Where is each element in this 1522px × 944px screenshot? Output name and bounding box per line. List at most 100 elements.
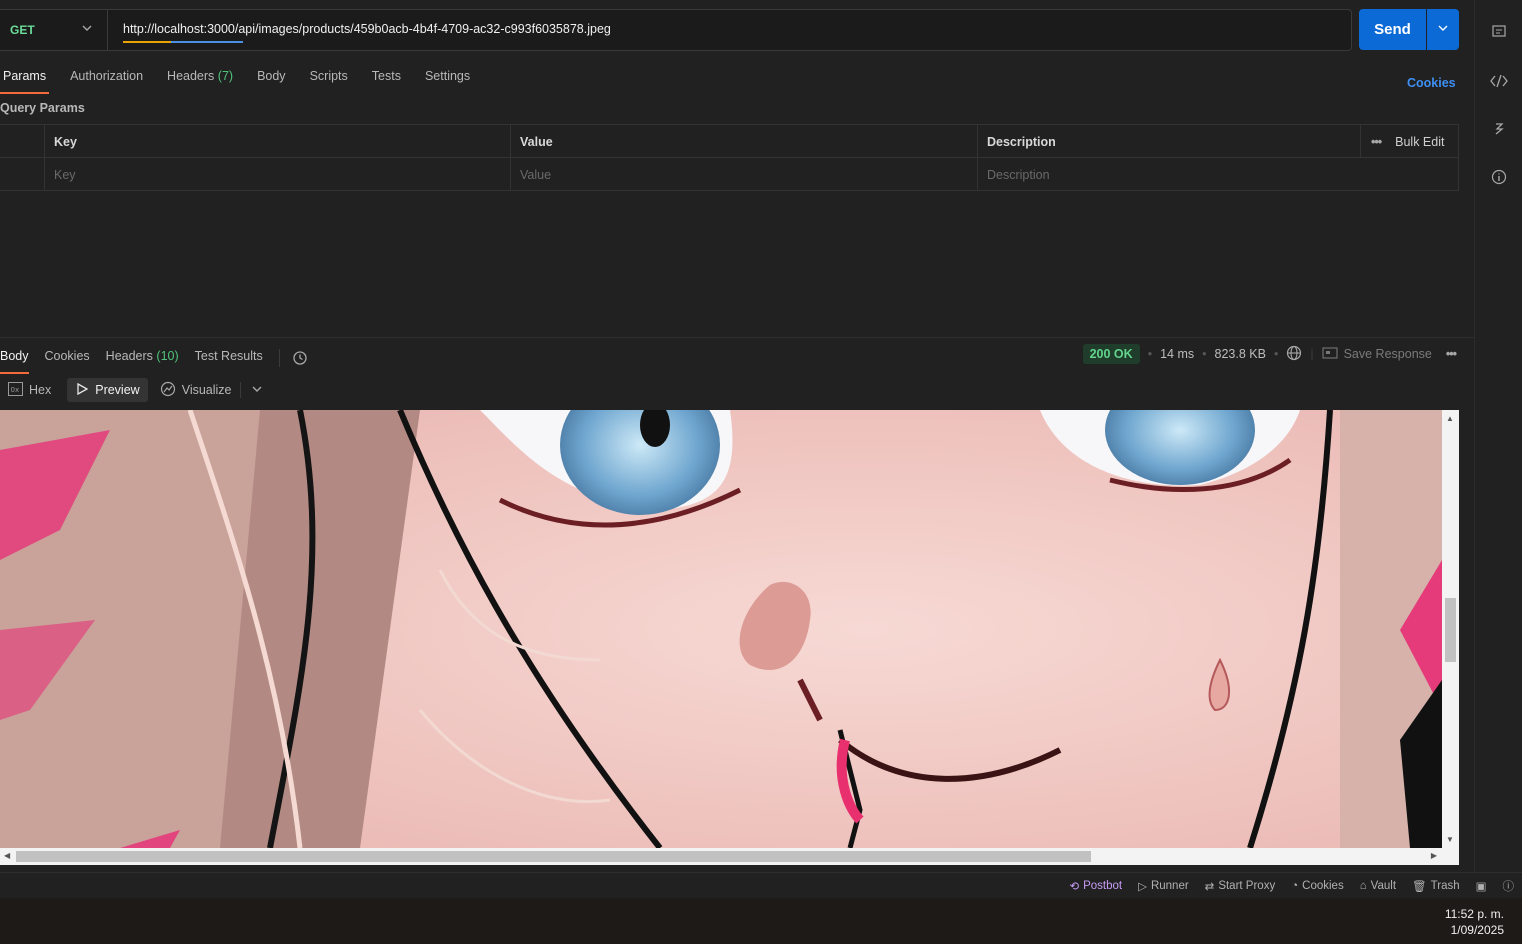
scroll-down-icon[interactable]: ▼ <box>1446 835 1454 844</box>
system-clock[interactable]: 11:52 p. m. 1/09/2025 <box>1445 906 1504 938</box>
chevron-down-icon <box>81 22 93 37</box>
tab-settings[interactable]: Settings <box>422 66 473 92</box>
url-input[interactable]: http://localhost:3000/api/images/product… <box>123 22 611 36</box>
status-bar: ⟲ Postbot ▷ Runner ⇄ Start Proxy ◔ Cookies ⌂… <box>0 872 1522 898</box>
request-editor: GET http://localhost:3000/api/images/pro… <box>0 0 1474 872</box>
comments-icon[interactable] <box>1489 22 1509 42</box>
runner-icon: ▷ <box>1138 880 1147 893</box>
view-hex[interactable]: 0x Hex <box>0 378 59 402</box>
visualize-icon <box>160 381 176 400</box>
response-tab-headers[interactable]: Headers (10) <box>106 347 179 369</box>
globe-icon[interactable] <box>1286 345 1302 364</box>
response-size[interactable]: 823.8 KB <box>1215 347 1266 361</box>
query-params-table: Key Value Description ••• Bulk Edit Key … <box>0 124 1459 191</box>
url-variable-highlight <box>123 41 243 43</box>
response-time[interactable]: 14 ms <box>1160 347 1194 361</box>
response-tabs: Body Cookies Headers (10) Test Results <box>0 345 311 374</box>
save-icon <box>1322 346 1338 362</box>
preview-image <box>0 410 1442 848</box>
table-header-row: Key Value Description ••• Bulk Edit <box>0 125 1458 158</box>
scroll-up-icon[interactable]: ▲ <box>1446 414 1454 423</box>
image-preview <box>0 410 1442 848</box>
separator-dot: • <box>1273 347 1279 361</box>
vault-button[interactable]: ⌂ Vault <box>1360 880 1396 892</box>
view-mode-dropdown[interactable] <box>239 382 271 398</box>
tab-headers[interactable]: Headers (7) <box>164 66 236 92</box>
url-bar: GET http://localhost:3000/api/images/pro… <box>0 9 1352 51</box>
method-label: GET <box>10 23 35 37</box>
postbot-icon: ⟲ <box>1069 880 1080 893</box>
code-icon[interactable] <box>1489 71 1509 91</box>
start-proxy-button[interactable]: ⇄ Start Proxy <box>1205 879 1276 893</box>
view-preview[interactable]: Preview <box>67 378 148 402</box>
column-description: Description <box>977 125 1360 158</box>
cookies-link[interactable]: Cookies <box>1407 76 1456 90</box>
preview-label: Preview <box>95 383 140 397</box>
horizontal-scroll-thumb[interactable] <box>16 851 1091 862</box>
vertical-scroll-thumb[interactable] <box>1445 598 1456 662</box>
request-tabs: Params Authorization Headers (7) Body Sc… <box>0 66 491 94</box>
tab-tests[interactable]: Tests <box>369 66 404 92</box>
view-mode-bar: 0x Hex Preview Visualize <box>0 378 271 402</box>
trash-button[interactable]: 🗑 Trash <box>1412 879 1460 893</box>
layout-icon[interactable]: ▣ <box>1476 879 1487 893</box>
tab-authorization[interactable]: Authorization <box>67 66 146 92</box>
save-response-label: Save Response <box>1343 347 1432 361</box>
trash-icon: 🗑 <box>1412 880 1427 893</box>
cookies-button[interactable]: ◔ Cookies <box>1291 880 1344 892</box>
response-tab-headers-label: Headers <box>105 349 153 363</box>
vertical-scrollbar[interactable]: ▲ ▼ <box>1442 410 1459 848</box>
status-badge[interactable]: 200 OK <box>1082 344 1140 364</box>
runner-label: Runner <box>1150 879 1189 892</box>
runner-button[interactable]: ▷ Runner <box>1138 879 1189 893</box>
related-collections-icon[interactable] <box>1489 119 1509 139</box>
view-visualize[interactable]: Visualize <box>152 378 240 402</box>
more-options-icon[interactable]: ••• <box>1371 135 1382 149</box>
vertical-divider: | <box>1310 347 1314 361</box>
separator-dot: • <box>1147 347 1153 361</box>
horizontal-scrollbar[interactable]: ◀ ▶ <box>0 848 1459 865</box>
info-icon[interactable] <box>1489 167 1509 187</box>
postbot-label: Postbot <box>1083 879 1123 892</box>
column-value: Value <box>510 125 977 158</box>
scroll-left-icon[interactable]: ◀ <box>4 851 10 860</box>
response-tab-body[interactable]: Body <box>0 347 29 374</box>
tab-body[interactable]: Body <box>254 66 289 92</box>
os-taskbar: 11:52 p. m. 1/09/2025 <box>0 898 1522 944</box>
response-headers-count: (10) <box>156 349 179 363</box>
separator-dot: • <box>1202 347 1207 361</box>
key-input[interactable]: Key <box>44 158 510 191</box>
hex-icon: 0x <box>8 381 23 399</box>
bulk-edit-button[interactable]: Bulk Edit <box>1395 135 1444 149</box>
response-divider[interactable] <box>0 337 1474 338</box>
tab-params[interactable]: Params <box>0 66 50 94</box>
value-input[interactable]: Value <box>510 158 977 191</box>
play-icon <box>75 382 89 399</box>
scroll-right-icon[interactable]: ▶ <box>1431 851 1437 860</box>
response-meta: 200 OK • 14 ms • 823.8 KB • | Save Respo… <box>1082 343 1457 365</box>
response-tab-test-results[interactable]: Test Results <box>195 347 263 369</box>
visualize-label: Visualize <box>181 383 232 397</box>
chevron-down-icon <box>1437 22 1449 37</box>
description-input[interactable]: Description <box>977 158 1459 191</box>
clock-time: 11:52 p. m. <box>1444 907 1504 921</box>
start-proxy-label: Start Proxy <box>1218 879 1276 892</box>
right-sidebar <box>1474 0 1522 872</box>
method-select[interactable]: GET <box>0 10 108 50</box>
send-options-button[interactable] <box>1427 9 1459 50</box>
send-button[interactable]: Send <box>1359 9 1426 50</box>
history-icon[interactable] <box>278 349 311 367</box>
svg-text:0x: 0x <box>11 386 20 394</box>
query-params-title: Query Params <box>0 101 85 115</box>
vault-label: Vault <box>1370 879 1397 892</box>
cookie-icon: ◔ <box>1291 879 1299 892</box>
more-options-icon[interactable]: ••• <box>1446 347 1457 361</box>
chevron-down-icon <box>251 383 263 398</box>
help-icon[interactable]: ⓘ <box>1503 878 1515 894</box>
save-response-button[interactable]: Save Response <box>1322 346 1432 362</box>
postbot-button[interactable]: ⟲ Postbot <box>1069 879 1122 893</box>
response-tab-cookies[interactable]: Cookies <box>45 347 90 369</box>
clock-date: 1/09/2025 <box>1450 923 1504 937</box>
vault-icon: ⌂ <box>1359 879 1367 892</box>
tab-scripts[interactable]: Scripts <box>307 66 351 92</box>
